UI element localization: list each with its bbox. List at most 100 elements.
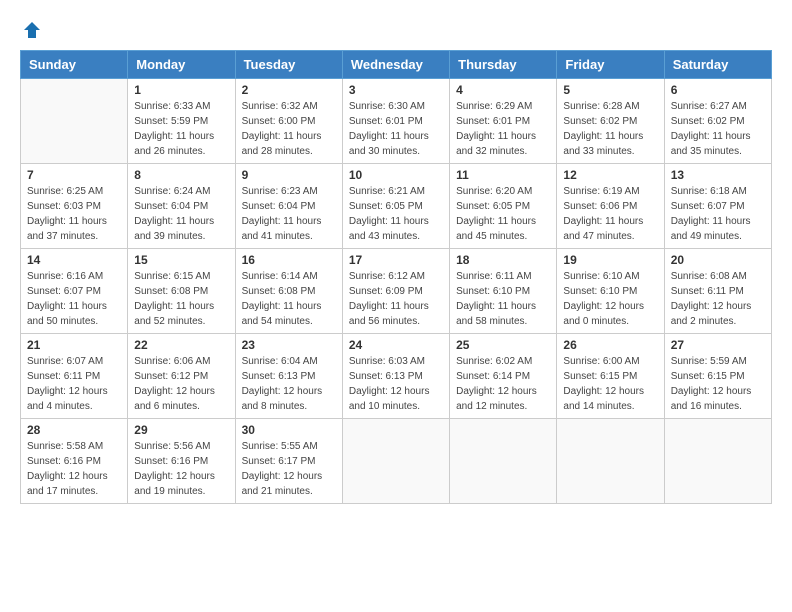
day-info: Sunrise: 6:06 AM Sunset: 6:12 PM Dayligh…: [134, 354, 228, 414]
day-info: Sunrise: 6:21 AM Sunset: 6:05 PM Dayligh…: [349, 184, 443, 244]
calendar-cell: 12 Sunrise: 6:19 AM Sunset: 6:06 PM Dayli…: [557, 164, 664, 249]
calendar-cell: 23 Sunrise: 6:04 AM Sunset: 6:13 PM Dayli…: [235, 334, 342, 419]
calendar-cell: 26 Sunrise: 6:00 AM Sunset: 6:15 PM Dayli…: [557, 334, 664, 419]
day-header-tuesday: Tuesday: [235, 51, 342, 79]
day-number: 11: [456, 168, 550, 182]
day-number: 30: [242, 423, 336, 437]
calendar-week-1: 1Sunrise: 6:33 AM Sunset: 5:59 PM Daylig…: [21, 79, 772, 164]
day-header-friday: Friday: [557, 51, 664, 79]
calendar-week-4: 21 Sunrise: 6:07 AM Sunset: 6:11 PM Dayli…: [21, 334, 772, 419]
calendar-cell: 3 Sunrise: 6:30 AM Sunset: 6:01 PM Daylig…: [342, 79, 449, 164]
day-number: 8: [134, 168, 228, 182]
day-number: 23: [242, 338, 336, 352]
calendar-cell: 17 Sunrise: 6:12 AM Sunset: 6:09 PM Dayli…: [342, 249, 449, 334]
day-info: Sunrise: 5:59 AM Sunset: 6:15 PM Dayligh…: [671, 354, 765, 414]
day-info: Sunrise: 6:24 AM Sunset: 6:04 PM Dayligh…: [134, 184, 228, 244]
calendar-cell: 10 Sunrise: 6:21 AM Sunset: 6:05 PM Dayli…: [342, 164, 449, 249]
day-number: 27: [671, 338, 765, 352]
day-info: Sunrise: 6:11 AM Sunset: 6:10 PM Dayligh…: [456, 269, 550, 329]
day-info: Sunrise: 6:12 AM Sunset: 6:09 PM Dayligh…: [349, 269, 443, 329]
day-info: Sunrise: 6:27 AM Sunset: 6:02 PM Dayligh…: [671, 99, 765, 159]
day-info: Sunrise: 6:33 AM Sunset: 5:59 PM Dayligh…: [134, 99, 228, 159]
calendar-cell: 6 Sunrise: 6:27 AM Sunset: 6:02 PM Daylig…: [664, 79, 771, 164]
calendar-cell: [664, 419, 771, 504]
day-number: 10: [349, 168, 443, 182]
calendar-cell: 14 Sunrise: 6:16 AM Sunset: 6:07 PM Dayli…: [21, 249, 128, 334]
calendar-cell: [342, 419, 449, 504]
day-header-sunday: Sunday: [21, 51, 128, 79]
day-number: 22: [134, 338, 228, 352]
day-info: Sunrise: 5:55 AM Sunset: 6:17 PM Dayligh…: [242, 439, 336, 499]
day-number: 25: [456, 338, 550, 352]
calendar-cell: 11 Sunrise: 6:20 AM Sunset: 6:05 PM Dayli…: [450, 164, 557, 249]
day-info: Sunrise: 6:07 AM Sunset: 6:11 PM Dayligh…: [27, 354, 121, 414]
day-number: 19: [563, 253, 657, 267]
day-info: Sunrise: 6:30 AM Sunset: 6:01 PM Dayligh…: [349, 99, 443, 159]
calendar-header-row: SundayMondayTuesdayWednesdayThursdayFrid…: [21, 51, 772, 79]
calendar-cell: 16Sunrise: 6:14 AM Sunset: 6:08 PM Dayli…: [235, 249, 342, 334]
day-info: Sunrise: 6:19 AM Sunset: 6:06 PM Dayligh…: [563, 184, 657, 244]
logo-icon: [22, 20, 42, 40]
day-info: Sunrise: 6:02 AM Sunset: 6:14 PM Dayligh…: [456, 354, 550, 414]
day-number: 14: [27, 253, 121, 267]
day-number: 26: [563, 338, 657, 352]
day-number: 21: [27, 338, 121, 352]
calendar-cell: [450, 419, 557, 504]
day-info: Sunrise: 6:28 AM Sunset: 6:02 PM Dayligh…: [563, 99, 657, 159]
calendar-cell: 5 Sunrise: 6:28 AM Sunset: 6:02 PM Daylig…: [557, 79, 664, 164]
calendar-cell: 20Sunrise: 6:08 AM Sunset: 6:11 PM Dayli…: [664, 249, 771, 334]
day-number: 5: [563, 83, 657, 97]
day-number: 29: [134, 423, 228, 437]
day-info: Sunrise: 6:03 AM Sunset: 6:13 PM Dayligh…: [349, 354, 443, 414]
logo: [20, 20, 42, 40]
day-number: 4: [456, 83, 550, 97]
calendar-cell: 9 Sunrise: 6:23 AM Sunset: 6:04 PM Daylig…: [235, 164, 342, 249]
calendar-cell: 21 Sunrise: 6:07 AM Sunset: 6:11 PM Dayli…: [21, 334, 128, 419]
day-info: Sunrise: 6:29 AM Sunset: 6:01 PM Dayligh…: [456, 99, 550, 159]
day-header-saturday: Saturday: [664, 51, 771, 79]
calendar-cell: 22 Sunrise: 6:06 AM Sunset: 6:12 PM Dayli…: [128, 334, 235, 419]
calendar-cell: 2Sunrise: 6:32 AM Sunset: 6:00 PM Daylig…: [235, 79, 342, 164]
calendar-cell: 19 Sunrise: 6:10 AM Sunset: 6:10 PM Dayli…: [557, 249, 664, 334]
day-info: Sunrise: 5:58 AM Sunset: 6:16 PM Dayligh…: [27, 439, 121, 499]
day-info: Sunrise: 6:25 AM Sunset: 6:03 PM Dayligh…: [27, 184, 121, 244]
day-number: 9: [242, 168, 336, 182]
calendar-cell: 8 Sunrise: 6:24 AM Sunset: 6:04 PM Daylig…: [128, 164, 235, 249]
day-number: 17: [349, 253, 443, 267]
day-number: 15: [134, 253, 228, 267]
day-header-monday: Monday: [128, 51, 235, 79]
day-number: 24: [349, 338, 443, 352]
day-number: 16: [242, 253, 336, 267]
calendar-cell: 30 Sunrise: 5:55 AM Sunset: 6:17 PM Dayli…: [235, 419, 342, 504]
calendar-cell: 1Sunrise: 6:33 AM Sunset: 5:59 PM Daylig…: [128, 79, 235, 164]
calendar-cell: 15Sunrise: 6:15 AM Sunset: 6:08 PM Dayli…: [128, 249, 235, 334]
calendar-cell: 13 Sunrise: 6:18 AM Sunset: 6:07 PM Dayli…: [664, 164, 771, 249]
calendar-cell: 25 Sunrise: 6:02 AM Sunset: 6:14 PM Dayli…: [450, 334, 557, 419]
day-number: 12: [563, 168, 657, 182]
calendar-cell: 18 Sunrise: 6:11 AM Sunset: 6:10 PM Dayli…: [450, 249, 557, 334]
day-info: Sunrise: 6:04 AM Sunset: 6:13 PM Dayligh…: [242, 354, 336, 414]
day-info: Sunrise: 6:32 AM Sunset: 6:00 PM Dayligh…: [242, 99, 336, 159]
calendar-week-3: 14 Sunrise: 6:16 AM Sunset: 6:07 PM Dayli…: [21, 249, 772, 334]
day-number: 6: [671, 83, 765, 97]
day-number: 28: [27, 423, 121, 437]
day-info: Sunrise: 6:10 AM Sunset: 6:10 PM Dayligh…: [563, 269, 657, 329]
day-info: Sunrise: 6:18 AM Sunset: 6:07 PM Dayligh…: [671, 184, 765, 244]
calendar-cell: [21, 79, 128, 164]
day-header-thursday: Thursday: [450, 51, 557, 79]
calendar-week-5: 28 Sunrise: 5:58 AM Sunset: 6:16 PM Dayli…: [21, 419, 772, 504]
calendar-table: SundayMondayTuesdayWednesdayThursdayFrid…: [20, 50, 772, 504]
day-number: 18: [456, 253, 550, 267]
day-info: Sunrise: 6:23 AM Sunset: 6:04 PM Dayligh…: [242, 184, 336, 244]
calendar-week-2: 7Sunrise: 6:25 AM Sunset: 6:03 PM Daylig…: [21, 164, 772, 249]
calendar-cell: [557, 419, 664, 504]
day-number: 20: [671, 253, 765, 267]
calendar-cell: 7Sunrise: 6:25 AM Sunset: 6:03 PM Daylig…: [21, 164, 128, 249]
day-info: Sunrise: 5:56 AM Sunset: 6:16 PM Dayligh…: [134, 439, 228, 499]
calendar-cell: 27 Sunrise: 5:59 AM Sunset: 6:15 PM Dayli…: [664, 334, 771, 419]
day-number: 3: [349, 83, 443, 97]
day-info: Sunrise: 6:16 AM Sunset: 6:07 PM Dayligh…: [27, 269, 121, 329]
day-number: 13: [671, 168, 765, 182]
day-info: Sunrise: 6:00 AM Sunset: 6:15 PM Dayligh…: [563, 354, 657, 414]
day-info: Sunrise: 6:20 AM Sunset: 6:05 PM Dayligh…: [456, 184, 550, 244]
